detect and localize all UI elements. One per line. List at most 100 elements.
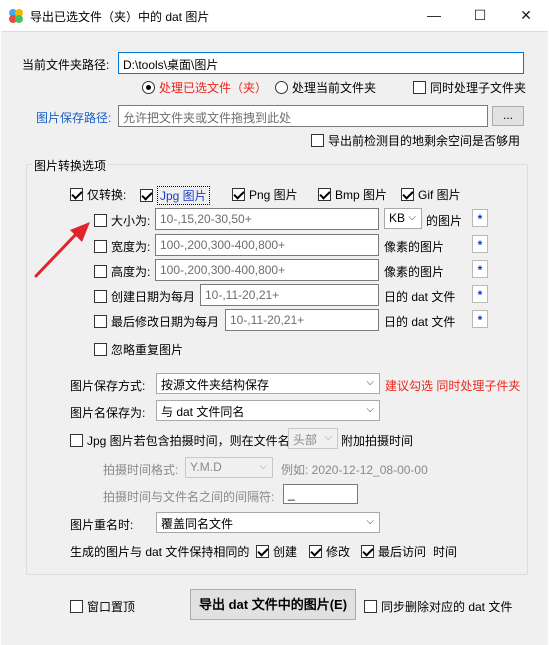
keep-accessed-label: 最后访问: [378, 545, 427, 559]
size-suffix: 的图片: [426, 214, 463, 228]
jpg-checkbox[interactable]: Jpg 图片: [140, 186, 210, 205]
height-checkbox[interactable]: 高度为:: [94, 263, 150, 280]
radio-process-selected[interactable]: 处理已选文件（夹）: [142, 79, 267, 96]
size-star-button[interactable]: *: [472, 209, 488, 227]
save-name-value: 与 dat 文件同名: [161, 405, 245, 419]
subfolders-label: 同时处理子文件夹: [430, 81, 527, 95]
gif-label: Gif 图片: [418, 188, 461, 202]
shoot-separator-label: 拍摄时间与文件名之间的间隔符:: [103, 490, 275, 504]
size-input[interactable]: 10-,15,20-30,50+: [155, 208, 379, 230]
shoot-position-value: 头部: [293, 433, 318, 447]
radio-unselected-icon[interactable]: [275, 81, 288, 94]
width-checkbox[interactable]: 宽度为:: [94, 238, 150, 255]
size-unit-value: KB: [389, 211, 406, 225]
minimize-button[interactable]: —: [411, 0, 457, 31]
height-suffix: 像素的图片: [384, 265, 445, 279]
convert-only-label: 仅转换:: [87, 188, 127, 202]
modified-star-button[interactable]: *: [472, 310, 488, 328]
width-star-button[interactable]: *: [472, 235, 488, 253]
save-path-label[interactable]: 图片保存路径:: [36, 109, 111, 126]
ignore-duplicates-checkbox[interactable]: 忽略重复图片: [94, 341, 183, 358]
checkbox-checked-icon[interactable]: [232, 188, 245, 201]
check-space-label: 导出前检测目的地剩余空间是否够用: [328, 134, 521, 148]
checkbox-unchecked-icon[interactable]: [70, 434, 83, 447]
checkbox-unchecked-icon[interactable]: [364, 600, 377, 613]
shoot-time-label: Jpg 图片若包含拍摄时间，则在文件名: [87, 434, 290, 448]
height-label: 高度为:: [111, 265, 151, 279]
save-path-input[interactable]: 允许把文件夹或文件拖拽到此处: [118, 105, 488, 127]
export-button[interactable]: 导出 dat 文件中的图片(E): [190, 589, 356, 620]
keep-created-label: 创建: [273, 545, 298, 559]
checkbox-unchecked-icon[interactable]: [70, 600, 83, 613]
shoot-format-select[interactable]: Y.M.D ⌵: [185, 457, 273, 478]
checkbox-unchecked-icon[interactable]: [94, 290, 107, 303]
jpg-label: Jpg 图片: [157, 186, 210, 205]
created-input[interactable]: 10-,11-20,21+: [200, 284, 379, 306]
close-button[interactable]: ✕: [503, 0, 549, 31]
topmost-label: 窗口置顶: [87, 600, 136, 614]
height-input[interactable]: 100-,200,300-400,800+: [155, 259, 379, 281]
folder-path-label: 当前文件夹路径:: [22, 58, 110, 72]
radio-process-current[interactable]: 处理当前文件夹: [275, 79, 376, 96]
rename-select[interactable]: 覆盖同名文件 ⌵: [156, 512, 380, 533]
check-space-checkbox[interactable]: 导出前检测目的地剩余空间是否够用: [311, 132, 520, 149]
shoot-separator-input[interactable]: _: [283, 484, 358, 504]
maximize-button[interactable]: ☐: [457, 0, 503, 31]
width-suffix: 像素的图片: [384, 240, 445, 254]
browse-button[interactable]: ...: [492, 106, 524, 126]
keep-time-label: 生成的图片与 dat 文件保持相同的: [70, 545, 250, 559]
topmost-checkbox[interactable]: 窗口置顶: [70, 598, 135, 615]
created-star-button[interactable]: *: [472, 285, 488, 303]
checkbox-unchecked-icon[interactable]: [413, 81, 426, 94]
save-name-label: 图片名保存为:: [70, 406, 146, 420]
bmp-label: Bmp 图片: [335, 188, 388, 202]
created-checkbox[interactable]: 创建日期为每月: [94, 288, 195, 305]
checkbox-unchecked-icon[interactable]: [311, 134, 324, 147]
keep-accessed-checkbox[interactable]: 最后访问: [361, 543, 426, 560]
gif-checkbox[interactable]: Gif 图片: [401, 186, 461, 203]
app-logo-icon: [9, 9, 23, 23]
modified-checkbox[interactable]: 最后修改日期为每月: [94, 313, 219, 330]
chevron-down-icon: ⌵: [366, 404, 374, 415]
delete-sync-label: 同步删除对应的 dat 文件: [381, 600, 513, 614]
save-name-select[interactable]: 与 dat 文件同名 ⌵: [156, 400, 380, 421]
created-label: 创建日期为每月: [111, 290, 196, 304]
subfolders-checkbox[interactable]: 同时处理子文件夹: [413, 79, 526, 96]
radio-selected-icon[interactable]: [142, 81, 155, 94]
size-checkbox[interactable]: 大小为:: [94, 212, 150, 229]
height-star-button[interactable]: *: [472, 260, 488, 278]
checkbox-unchecked-icon[interactable]: [94, 343, 107, 356]
checkbox-checked-icon[interactable]: [70, 188, 83, 201]
created-suffix: 日的 dat 文件: [384, 290, 456, 304]
checkbox-checked-icon[interactable]: [256, 545, 269, 558]
modified-input[interactable]: 10-,11-20,21+: [225, 309, 379, 331]
checkbox-checked-icon[interactable]: [318, 188, 331, 201]
width-input[interactable]: 100-,200,300-400,800+: [155, 234, 379, 256]
chevron-down-icon: ⌵: [366, 377, 374, 388]
save-mode-select[interactable]: 按源文件夹结构保存 ⌵: [156, 373, 380, 394]
checkbox-unchecked-icon[interactable]: [94, 315, 107, 328]
keep-created-checkbox[interactable]: 创建: [256, 543, 297, 560]
window-title: 导出已选文件（夹）中的 dat 图片: [30, 10, 210, 24]
checkbox-checked-icon[interactable]: [309, 545, 322, 558]
chevron-down-icon: ⌵: [324, 432, 332, 443]
checkbox-checked-icon[interactable]: [140, 189, 153, 202]
red-arrow-icon: [34, 222, 90, 278]
folder-path-input[interactable]: D:\tools\桌面\图片: [118, 52, 524, 74]
png-checkbox[interactable]: Png 图片: [232, 186, 298, 203]
shoot-time-checkbox[interactable]: Jpg 图片若包含拍摄时间，则在文件名: [70, 432, 290, 449]
shoot-format-example: 例如: 2020-12-12_08-00-00: [281, 463, 428, 477]
shoot-position-select[interactable]: 头部 ⌵: [288, 428, 338, 449]
keep-modified-checkbox[interactable]: 修改: [309, 543, 350, 560]
bmp-checkbox[interactable]: Bmp 图片: [318, 186, 387, 203]
radio-process-current-label: 处理当前文件夹: [292, 81, 377, 95]
convert-only-checkbox[interactable]: 仅转换:: [70, 186, 126, 203]
size-unit-select[interactable]: KB ⌵: [384, 208, 422, 229]
save-mode-hint: 建议勾选 同时处理子件夹: [385, 379, 521, 393]
save-mode-label: 图片保存方式:: [70, 379, 146, 393]
shoot-format-value: Y.M.D: [190, 460, 222, 474]
checkbox-checked-icon[interactable]: [401, 188, 414, 201]
delete-sync-checkbox[interactable]: 同步删除对应的 dat 文件: [364, 598, 512, 615]
checkbox-checked-icon[interactable]: [361, 545, 374, 558]
shoot-format-label: 拍摄时间格式:: [103, 463, 179, 477]
